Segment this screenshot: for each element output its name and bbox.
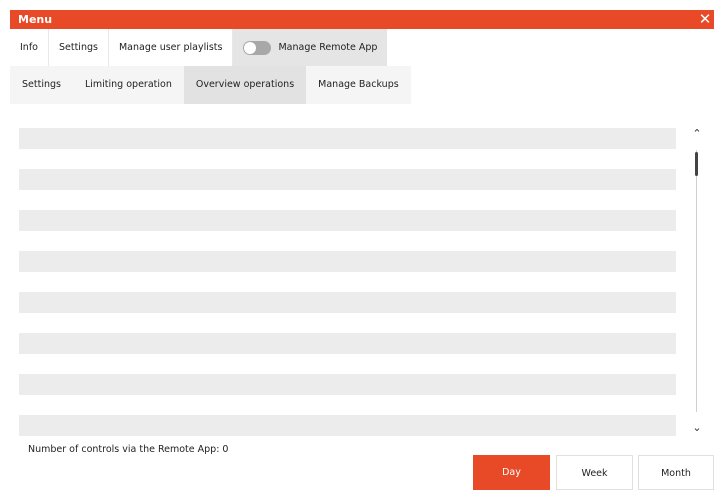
list-item[interactable] bbox=[19, 210, 676, 231]
list-item[interactable] bbox=[19, 128, 676, 149]
subtab-overview-operations[interactable]: Overview operations bbox=[183, 66, 307, 104]
list-item[interactable] bbox=[19, 292, 676, 313]
day-button[interactable]: Day bbox=[473, 455, 550, 490]
tab-info[interactable]: Info bbox=[10, 29, 49, 66]
window-title: Menu bbox=[18, 13, 53, 26]
scroll-up-icon[interactable]: ⌃ bbox=[690, 128, 704, 140]
remote-app-toggle[interactable] bbox=[243, 40, 272, 55]
list-item[interactable] bbox=[19, 333, 676, 354]
week-button[interactable]: Week bbox=[556, 455, 633, 490]
scroll-down-icon[interactable]: ⌄ bbox=[690, 422, 704, 434]
list-item[interactable] bbox=[19, 374, 676, 395]
sub-tabs: Settings Limiting operation Overview ope… bbox=[10, 66, 411, 104]
subtab-limiting-operation[interactable]: Limiting operation bbox=[72, 66, 184, 104]
list-scrollbar[interactable]: ⌃ ⌄ bbox=[690, 128, 704, 434]
list-item[interactable] bbox=[19, 251, 676, 272]
close-icon[interactable]: ✕ bbox=[696, 10, 714, 29]
tab-manage-remote-app-label: Manage Remote App bbox=[278, 42, 378, 53]
tab-manage-user-playlists[interactable]: Manage user playlists bbox=[108, 29, 234, 66]
menu-titlebar: Menu ✕ bbox=[10, 10, 714, 29]
tab-manage-remote-app[interactable]: Manage Remote App bbox=[233, 29, 388, 66]
tab-settings[interactable]: Settings bbox=[48, 29, 109, 66]
scroll-track[interactable] bbox=[696, 150, 697, 412]
list-item[interactable] bbox=[19, 169, 676, 190]
toggle-knob bbox=[244, 41, 257, 54]
month-button[interactable]: Month bbox=[638, 455, 714, 490]
main-tabs: Info Settings Manage user playlists Mana… bbox=[10, 29, 388, 66]
subtab-manage-backups[interactable]: Manage Backups bbox=[306, 66, 411, 104]
list-item[interactable] bbox=[19, 415, 676, 436]
operations-list bbox=[19, 128, 676, 456]
subtab-settings[interactable]: Settings bbox=[10, 66, 73, 104]
scroll-thumb[interactable] bbox=[695, 152, 698, 176]
remote-controls-count: Number of controls via the Remote App: 0 bbox=[28, 444, 229, 455]
